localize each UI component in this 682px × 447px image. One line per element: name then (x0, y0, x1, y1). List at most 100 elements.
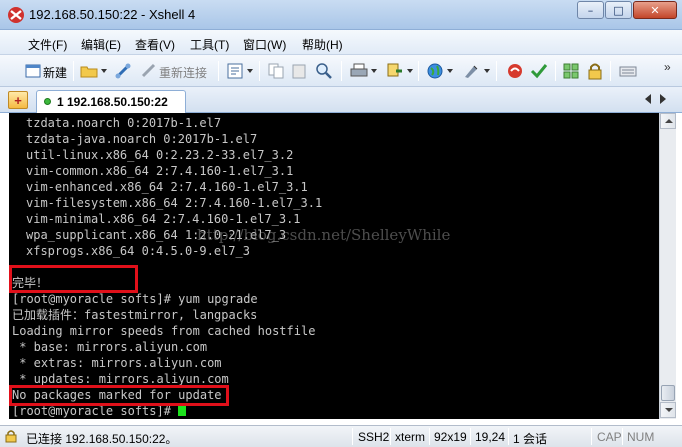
terminal-line: vim-minimal.x86_64 2:7.4.160-1.el7_3.1 (26, 212, 301, 226)
transfer-dropdown-caret[interactable] (407, 69, 413, 73)
watermark: http://blog.csdn.net/ShelleyWhile (197, 226, 451, 244)
status-separator (470, 428, 471, 445)
status-separator (591, 428, 592, 445)
find-icon[interactable] (315, 62, 333, 80)
window-title: 192.168.50.150:22 - Xshell 4 (29, 7, 196, 22)
tab-session[interactable]: 1 192.168.50.150:22 (36, 90, 186, 113)
menu-bar: 文件(F) 编辑(E) 查看(V) 工具(T) 窗口(W) 帮助(H) (0, 30, 682, 55)
toolbar-separator (341, 61, 342, 81)
close-icon: ✕ (650, 3, 660, 17)
terminal-line: * base: mirrors.aliyun.com (12, 340, 208, 354)
globe-icon[interactable] (426, 62, 444, 80)
maximize-button[interactable]: □ (605, 1, 632, 19)
menu-help[interactable]: 帮助(H) (302, 36, 343, 53)
fullscreen-icon[interactable] (562, 62, 580, 80)
menu-window[interactable]: 窗口(W) (243, 36, 286, 53)
highlight-dropdown-caret[interactable] (484, 69, 490, 73)
terminal-scrollbar[interactable] (659, 113, 676, 419)
copy-icon[interactable] (267, 62, 285, 80)
terminal-type-status: xterm (395, 430, 425, 444)
cursor-position-status: 19,24 (475, 430, 506, 444)
terminal-line: tzdata-java.noarch 0:2017b-1.el7 (26, 132, 258, 146)
terminal-line: xfsprogs.x86_64 0:4.5.0-9.el7_3 (26, 244, 250, 258)
session-count-status: 1 会话 (513, 432, 548, 446)
toolbar-separator (555, 61, 556, 81)
tab-session-label: 1 192.168.50.150:22 (57, 95, 168, 109)
toolbar: 新建 重新连接 » (0, 55, 682, 87)
add-tab-button[interactable]: + (8, 91, 28, 109)
status-bar: 已连接 192.168.50.150:22。 SSH2 xterm 92x19 … (0, 425, 682, 447)
terminal-size-status: 92x19 (434, 430, 467, 444)
tab-bar: + 1 192.168.50.150:22 (0, 87, 682, 113)
open-folder-icon[interactable] (80, 62, 98, 80)
tab-scroll-left-icon[interactable] (645, 94, 651, 104)
keyboard-icon[interactable] (619, 62, 637, 80)
transfer-icon[interactable] (386, 62, 404, 80)
scroll-down-button[interactable] (660, 402, 676, 418)
new-session-button[interactable]: 新建 (43, 64, 67, 81)
terminal-line: [root@myoracle softs]# yum upgrade (12, 292, 258, 306)
status-separator (429, 428, 430, 445)
toolbar-overflow-icon[interactable]: » (664, 60, 671, 74)
script-icon[interactable] (530, 62, 548, 80)
terminal-prompt: [root@myoracle softs]# (12, 404, 179, 418)
tab-scroll-right-icon[interactable] (660, 94, 666, 104)
minimize-icon: – (587, 3, 594, 17)
connection-status: 已连接 192.168.50.150:22。 (26, 432, 178, 446)
properties-icon[interactable] (226, 62, 244, 80)
title-bar: 192.168.50.150:22 - Xshell 4 – □ ✕ (0, 0, 682, 30)
window-controls: – □ ✕ (576, 1, 677, 19)
toolbar-separator (418, 61, 419, 81)
terminal-line: Loading mirror speeds from cached hostfi… (12, 324, 316, 338)
highlight-icon[interactable] (462, 62, 480, 80)
toolbar-separator (73, 61, 74, 81)
toolbar-separator (218, 61, 219, 81)
toolbar-separator (496, 61, 497, 81)
protocol-status: SSH2 (358, 430, 390, 444)
xshell-app-icon[interactable] (7, 6, 25, 24)
terminal-line: util-linux.x86_64 0:2.23.2-33.el7_3.2 (26, 148, 294, 162)
properties-dropdown-caret[interactable] (247, 69, 253, 73)
connected-status-icon (44, 98, 51, 105)
xftp-icon[interactable] (506, 62, 524, 80)
terminal-line: 已加载插件：fastestmirror, langpacks (12, 308, 258, 322)
reconnect-button[interactable]: 重新连接 (159, 64, 207, 81)
status-separator (352, 428, 353, 445)
minimize-button[interactable]: – (577, 1, 604, 19)
terminal-output[interactable]: tzdata.noarch 0:2017b-1.el7 tzdata-java.… (9, 113, 659, 419)
scroll-thumb[interactable] (661, 385, 675, 401)
new-session-icon[interactable] (24, 62, 42, 80)
highlight-box (9, 385, 229, 406)
caps-lock-indicator: CAP (597, 430, 622, 444)
status-separator (508, 428, 509, 445)
globe-dropdown-caret[interactable] (447, 69, 453, 73)
lock-icon (5, 430, 17, 443)
terminal-line: vim-enhanced.x86_64 2:7.4.160-1.el7_3.1 (26, 180, 308, 194)
lock-icon[interactable] (586, 62, 604, 80)
status-separator (622, 428, 623, 445)
menu-edit[interactable]: 编辑(E) (81, 36, 121, 53)
scroll-up-button[interactable] (660, 113, 676, 129)
link-icon[interactable] (114, 62, 132, 80)
menu-tools[interactable]: 工具(T) (190, 36, 229, 53)
open-dropdown-caret[interactable] (101, 69, 107, 73)
maximize-icon: □ (613, 3, 624, 17)
toolbar-separator (259, 61, 260, 81)
chevron-up-icon (665, 119, 673, 123)
print-icon[interactable] (350, 62, 368, 80)
close-button[interactable]: ✕ (633, 1, 677, 19)
num-lock-indicator: NUM (627, 430, 655, 444)
toolbar-separator (610, 61, 611, 81)
terminal-line: tzdata.noarch 0:2017b-1.el7 (26, 116, 222, 130)
terminal-line: vim-filesystem.x86_64 2:7.4.160-1.el7_3.… (26, 196, 323, 210)
reconnect-icon[interactable] (140, 62, 158, 80)
terminal-line: * extras: mirrors.aliyun.com (12, 356, 222, 370)
status-separator (390, 428, 391, 445)
menu-view[interactable]: 查看(V) (135, 36, 175, 53)
menu-file[interactable]: 文件(F) (28, 36, 67, 53)
print-dropdown-caret[interactable] (371, 69, 377, 73)
highlight-box (9, 265, 138, 293)
paste-icon[interactable] (290, 62, 308, 80)
chevron-down-icon (665, 408, 673, 412)
terminal-line: vim-common.x86_64 2:7.4.160-1.el7_3.1 (26, 164, 294, 178)
